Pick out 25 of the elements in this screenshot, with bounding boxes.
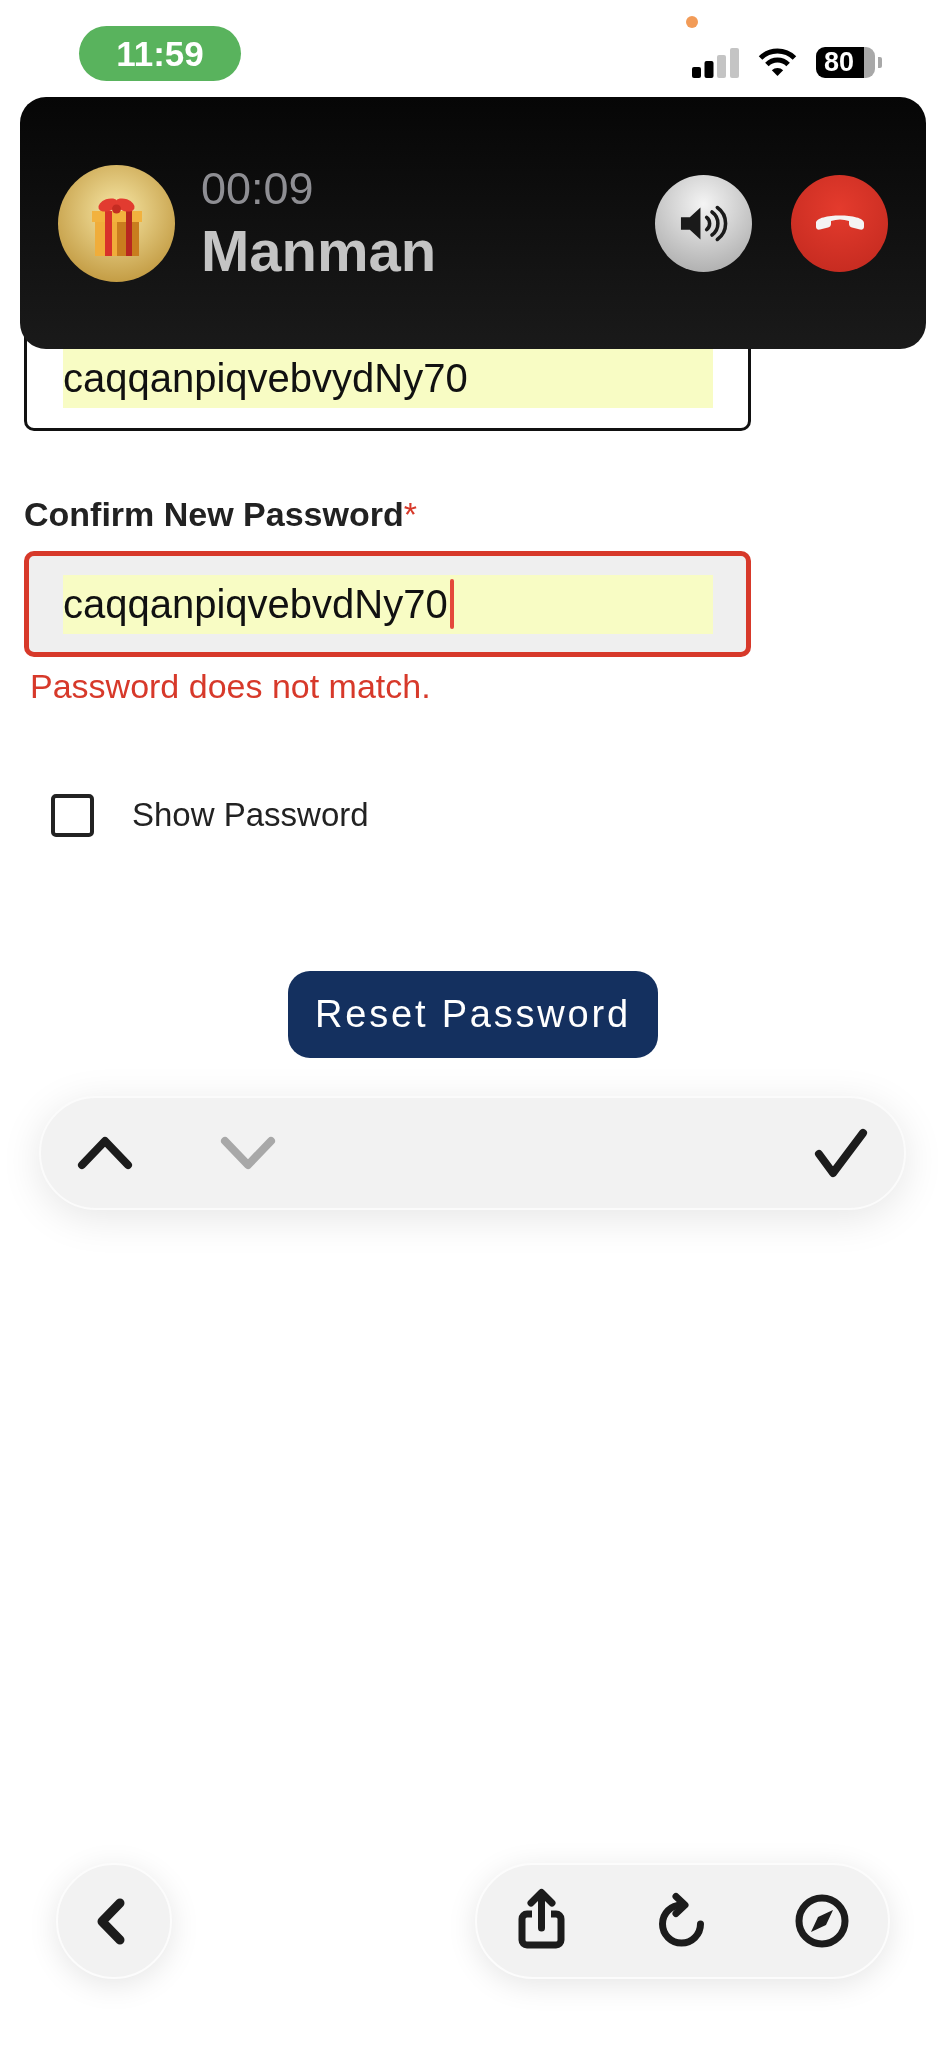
- checkbox-label[interactable]: Show Password: [132, 795, 369, 835]
- signal-icon: [692, 47, 739, 78]
- gift-avatar-icon: [58, 164, 175, 282]
- chevron-left-icon: [96, 1897, 126, 1945]
- reload-icon[interactable]: [658, 1891, 705, 1947]
- privacy-dot-icon: [686, 16, 698, 28]
- call-timer: 00:09: [201, 164, 315, 214]
- reset-password-button[interactable]: Reset Password: [288, 971, 658, 1058]
- required-mark: *: [403, 494, 417, 534]
- phone-icon: [814, 215, 865, 231]
- call-toast[interactable]: 00:09 Manman: [20, 97, 926, 349]
- checkmark-icon[interactable]: [813, 1126, 869, 1180]
- chevron-up-icon[interactable]: [77, 1136, 133, 1170]
- compass-icon[interactable]: [795, 1894, 849, 1948]
- battery-percentage: 80: [824, 49, 855, 76]
- speaker-icon: [678, 203, 729, 243]
- field-label: Confirm New Password: [24, 494, 404, 534]
- wifi-icon: [757, 47, 798, 78]
- error-message: Password does not match.: [30, 666, 431, 706]
- status-time: 11:59: [79, 26, 241, 81]
- share-icon[interactable]: [518, 1887, 565, 1949]
- caller-name: Manman: [201, 220, 437, 282]
- checkbox[interactable]: [51, 793, 94, 837]
- password-field[interactable]: caqqanpiqvebvdNy70: [24, 551, 751, 657]
- text-cursor-icon: [449, 579, 454, 629]
